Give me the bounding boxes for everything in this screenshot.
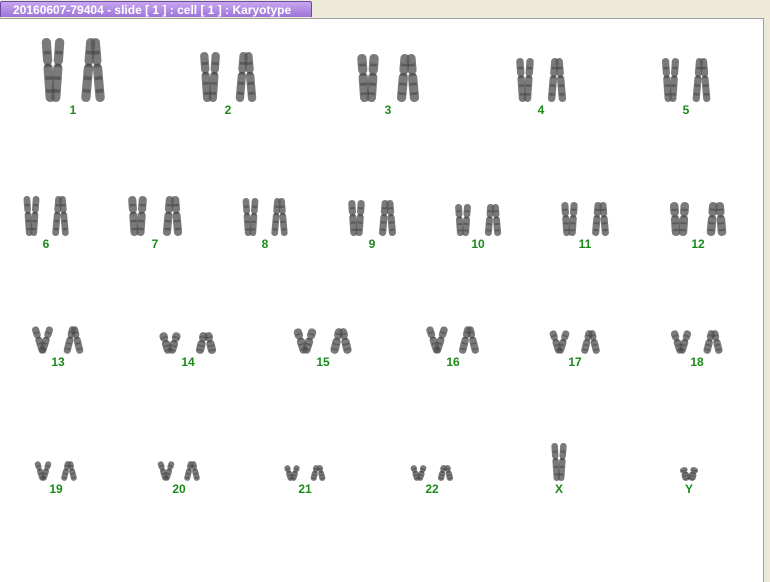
chromosome-label: 6 [42, 237, 50, 251]
chromosome-pair-14[interactable]: 14 [152, 332, 224, 369]
chromosome-label: 13 [51, 355, 65, 369]
chromosome-pair-2[interactable]: 2 [192, 52, 264, 117]
chromosome-image-y [679, 467, 699, 481]
chromosome-image-18 [670, 330, 723, 354]
chromosome-pair-12[interactable]: 12 [661, 202, 735, 251]
chromosome-image-3 [357, 54, 420, 102]
chromosome-image-12 [669, 202, 727, 236]
tab-karyotype[interactable]: 20160607-79404 - slide [ 1 ] : cell [ 1 … [0, 1, 312, 17]
chromosome-pair-4[interactable]: 4 [509, 58, 573, 117]
chromosome-image-2 [200, 52, 257, 102]
chromosome-label: 8 [261, 237, 269, 251]
chromosome-pair-8[interactable]: 8 [236, 198, 294, 251]
chromosome-label: 2 [224, 103, 232, 117]
chromosome-image-6 [23, 196, 69, 236]
chromosome-pair-11[interactable]: 11 [554, 202, 616, 251]
chromosome-image-11 [561, 202, 609, 236]
chromosome-pair-18[interactable]: 18 [665, 330, 729, 369]
chromosome-image-14 [159, 332, 217, 354]
chromosome-image-19 [34, 461, 77, 481]
chromosome-label: 10 [471, 237, 485, 251]
chromosome-label: 7 [151, 237, 159, 251]
chromosome-label: 9 [368, 237, 376, 251]
chromosome-image-15 [293, 328, 352, 354]
chromosome-pair-3[interactable]: 3 [348, 54, 428, 117]
chromosome-pair-17[interactable]: 17 [544, 330, 606, 369]
chromosome-label: 16 [446, 355, 460, 369]
chromosome-pair-x[interactable]: X [545, 443, 573, 496]
chromosome-label: Y [684, 482, 693, 496]
chromosome-label: 14 [181, 355, 195, 369]
chromosome-image-1 [41, 38, 105, 102]
chromosome-pair-6[interactable]: 6 [17, 196, 75, 251]
chromosome-image-13 [31, 326, 84, 354]
chromosome-label: 12 [691, 237, 705, 251]
chromosome-image-20 [157, 461, 200, 481]
tab-strip: 20160607-79404 - slide [ 1 ] : cell [ 1 … [0, 0, 770, 18]
chromosome-label: 5 [682, 103, 690, 117]
chromosome-label: 1 [69, 103, 77, 117]
chromosome-image-10 [455, 204, 502, 236]
chromosome-label: 17 [568, 355, 582, 369]
chromosome-label: 3 [384, 103, 392, 117]
chromosome-image-7 [128, 196, 183, 236]
chromosome-pair-9[interactable]: 9 [341, 200, 403, 251]
chromosome-pair-y[interactable]: Y [672, 467, 706, 496]
chromosome-pair-19[interactable]: 19 [30, 461, 82, 496]
chromosome-pair-21[interactable]: 21 [279, 465, 331, 496]
chromosome-label: X [554, 482, 563, 496]
chromosome-pair-13[interactable]: 13 [27, 326, 89, 369]
chromosome-image-x [551, 443, 567, 481]
chromosome-label: 21 [298, 482, 312, 496]
chromosome-label: 22 [425, 482, 439, 496]
chromosome-image-5 [661, 58, 711, 102]
chromosome-image-8 [242, 198, 288, 236]
chromosome-label: 20 [172, 482, 186, 496]
chromosome-image-17 [549, 330, 600, 354]
chromosome-label: 15 [316, 355, 330, 369]
chromosome-pair-7[interactable]: 7 [120, 196, 190, 251]
chromosome-image-22 [410, 465, 454, 481]
chromosome-pair-1[interactable]: 1 [33, 38, 113, 117]
chromosome-image-21 [284, 465, 326, 481]
chromosome-pair-16[interactable]: 16 [421, 326, 485, 369]
chromosome-label: 18 [690, 355, 704, 369]
chromosome-image-4 [516, 58, 567, 102]
chromosome-pair-20[interactable]: 20 [153, 461, 205, 496]
chromosome-label: 19 [49, 482, 63, 496]
chromosome-image-9 [348, 200, 397, 236]
chromosome-label: 11 [578, 237, 592, 251]
chromosome-pair-22[interactable]: 22 [405, 465, 459, 496]
scrollbar-track[interactable] [764, 18, 770, 582]
chromosome-label: 4 [537, 103, 545, 117]
chromosome-image-16 [426, 326, 480, 354]
chromosome-pair-15[interactable]: 15 [287, 328, 359, 369]
chromosome-pair-10[interactable]: 10 [448, 204, 508, 251]
chromosome-pair-5[interactable]: 5 [655, 58, 717, 117]
